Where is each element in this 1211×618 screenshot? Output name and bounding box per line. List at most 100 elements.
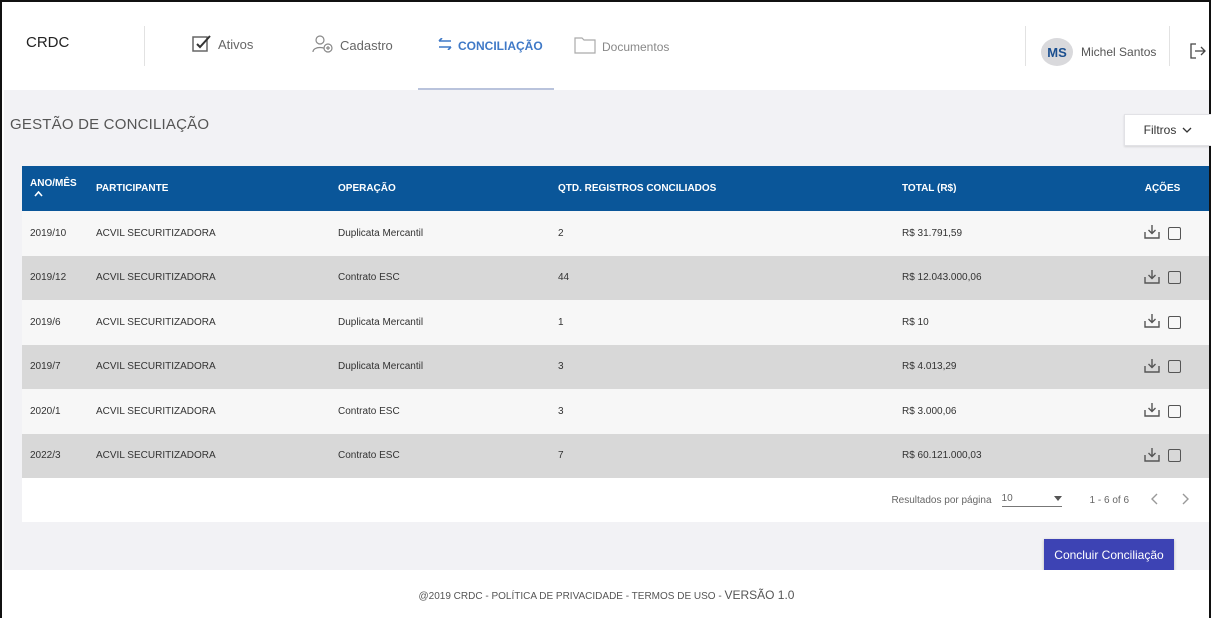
column-header-participante[interactable]: PARTICIPANTE bbox=[88, 166, 330, 211]
nav-cadastro-label: Cadastro bbox=[340, 38, 393, 53]
row-checkbox[interactable] bbox=[1168, 226, 1181, 240]
page-range: 1 - 6 of 6 bbox=[1089, 494, 1129, 506]
download-icon[interactable] bbox=[1144, 269, 1160, 287]
reconcile-icon bbox=[438, 37, 452, 53]
header-divider bbox=[1025, 26, 1026, 66]
paginator: Resultados por página 10 1 - 6 of 6 bbox=[891, 478, 1189, 522]
table-row: 2020/1 ACVIL SECURITIZADORA Contrato ESC… bbox=[22, 389, 1209, 434]
download-icon[interactable] bbox=[1144, 402, 1160, 420]
cell-operacao: Duplicata Mercantil bbox=[338, 361, 424, 373]
page-title: GESTÃO DE CONCILIAÇÃO bbox=[10, 116, 210, 133]
user-name[interactable]: Michel Santos bbox=[1081, 45, 1156, 59]
edit-checkbox-icon bbox=[192, 34, 212, 55]
download-icon[interactable] bbox=[1144, 224, 1160, 242]
cell-acoes bbox=[1116, 300, 1209, 345]
top-header: CRDC Ativos Cadastro CONCILIAÇÃO Documen bbox=[4, 4, 1209, 90]
cell-operacao: Duplicata Mercantil bbox=[338, 316, 424, 328]
reconciliation-table: ANO/MÊS PARTICIPANTE OPERAÇÃO QTD. REGIS… bbox=[22, 166, 1209, 522]
column-header-qtd[interactable]: QTD. REGISTROS CONCILIADOS bbox=[550, 166, 894, 211]
cell-acoes bbox=[1116, 211, 1209, 256]
sort-asc-icon[interactable] bbox=[34, 189, 43, 200]
page-footer: @2019 CRDC - POLÍTICA DE PRIVACIDADE - T… bbox=[4, 570, 1209, 618]
cell-qtd: 1 bbox=[558, 316, 564, 328]
concluir-conciliacao-button[interactable]: Concluir Conciliação bbox=[1044, 539, 1174, 571]
cell-participante: ACVIL SECURITIZADORA bbox=[96, 316, 216, 328]
cell-qtd: 3 bbox=[558, 361, 564, 373]
nav-cadastro[interactable]: Cadastro bbox=[312, 34, 393, 57]
cell-total: R$ 12.043.000,06 bbox=[902, 272, 982, 284]
cell-operacao: Contrato ESC bbox=[338, 405, 400, 417]
cell-operacao: Contrato ESC bbox=[338, 450, 400, 462]
row-checkbox[interactable] bbox=[1168, 315, 1181, 329]
table-row: 2019/12 ACVIL SECURITIZADORA Contrato ES… bbox=[22, 255, 1209, 301]
per-page-label: Resultados por página bbox=[891, 494, 992, 506]
avatar[interactable]: MS bbox=[1041, 38, 1073, 66]
download-icon[interactable] bbox=[1144, 313, 1160, 331]
cell-total: R$ 31.791,59 bbox=[902, 227, 963, 239]
header-divider bbox=[144, 26, 145, 66]
cell-ano: 2022/3 bbox=[30, 450, 61, 462]
nav-conciliacao[interactable]: CONCILIAÇÃO bbox=[438, 37, 543, 53]
per-page-select[interactable]: 10 bbox=[1001, 493, 1062, 507]
download-icon[interactable] bbox=[1144, 447, 1160, 465]
prev-page-icon[interactable] bbox=[1151, 492, 1159, 508]
column-header-operacao[interactable]: OPERAÇÃO bbox=[330, 166, 550, 211]
cell-participante: ACVIL SECURITIZADORA bbox=[96, 227, 216, 239]
cell-acoes bbox=[1116, 345, 1209, 390]
brand-logo[interactable]: CRDC bbox=[26, 34, 69, 51]
cell-total: R$ 4.013,29 bbox=[902, 361, 957, 373]
row-checkbox[interactable] bbox=[1168, 271, 1181, 285]
nav-ativos-label: Ativos bbox=[218, 37, 254, 52]
cell-qtd: 7 bbox=[558, 450, 564, 462]
table-row: 2022/3 ACVIL SECURITIZADORA Contrato ESC… bbox=[22, 433, 1209, 478]
nav-ativos[interactable]: Ativos bbox=[192, 34, 253, 55]
cell-total: R$ 10 bbox=[902, 316, 929, 328]
nav-documentos-label: Documentos bbox=[602, 39, 670, 54]
table-row: 2019/7 ACVIL SECURITIZADORA Duplicata Me… bbox=[22, 344, 1209, 390]
footer-links[interactable]: @2019 CRDC - POLÍTICA DE PRIVACIDADE - T… bbox=[419, 591, 725, 602]
column-header-acoes: AÇÕES bbox=[1144, 183, 1181, 194]
logout-icon[interactable] bbox=[1190, 43, 1206, 64]
cell-operacao: Duplicata Mercantil bbox=[338, 227, 424, 239]
cell-ano: 2019/10 bbox=[30, 227, 67, 239]
cell-ano: 2019/7 bbox=[30, 361, 61, 373]
app-window: CRDC Ativos Cadastro CONCILIAÇÃO Documen bbox=[0, 0, 1211, 618]
column-header-total[interactable]: TOTAL (R$) bbox=[894, 166, 1116, 211]
header-divider bbox=[1169, 26, 1170, 66]
cell-acoes bbox=[1116, 256, 1209, 301]
download-icon[interactable] bbox=[1144, 358, 1160, 376]
per-page-value: 10 bbox=[1001, 493, 1013, 504]
next-page-icon[interactable] bbox=[1181, 492, 1189, 508]
table-footer: Resultados por página 10 1 - 6 of 6 bbox=[22, 478, 1209, 522]
filters-label: Filtros bbox=[1143, 123, 1177, 137]
main-content: GESTÃO DE CONCILIAÇÃO Filtros ANO/MÊS PA… bbox=[4, 90, 1211, 571]
table-row: 2019/6 ACVIL SECURITIZADORA Duplicata Me… bbox=[22, 300, 1209, 345]
filters-button[interactable]: Filtros bbox=[1124, 114, 1211, 146]
column-header-ano[interactable]: ANO/MÊS bbox=[22, 166, 88, 211]
cell-ano: 2020/1 bbox=[30, 405, 61, 417]
cell-participante: ACVIL SECURITIZADORA bbox=[96, 405, 216, 417]
users-add-icon bbox=[312, 34, 334, 57]
row-checkbox[interactable] bbox=[1168, 360, 1181, 374]
cell-acoes bbox=[1116, 389, 1209, 434]
chevron-down-icon bbox=[1182, 123, 1192, 137]
cell-ano: 2019/12 bbox=[30, 272, 67, 284]
caret-down-icon bbox=[1053, 493, 1062, 504]
nav-documentos[interactable]: Documentos bbox=[574, 36, 669, 57]
row-checkbox[interactable] bbox=[1168, 449, 1181, 463]
table-row: 2019/10 ACVIL SECURITIZADORA Duplicata M… bbox=[22, 211, 1209, 256]
cell-qtd: 2 bbox=[558, 227, 564, 239]
table-header-row: ANO/MÊS PARTICIPANTE OPERAÇÃO QTD. REGIS… bbox=[22, 166, 1209, 211]
cell-ano: 2019/6 bbox=[30, 316, 61, 328]
cell-total: R$ 3.000,06 bbox=[902, 405, 957, 417]
cell-qtd: 44 bbox=[558, 272, 570, 284]
cell-total: R$ 60.121.000,03 bbox=[902, 450, 982, 462]
cell-participante: ACVIL SECURITIZADORA bbox=[96, 361, 216, 373]
footer-version: VERSÃO 1.0 bbox=[724, 588, 795, 602]
folder-icon bbox=[574, 36, 596, 57]
cell-participante: ACVIL SECURITIZADORA bbox=[96, 272, 216, 284]
nav-conciliacao-label: CONCILIAÇÃO bbox=[458, 38, 543, 53]
column-header-ano-label: ANO/MÊS bbox=[30, 177, 77, 189]
footer-text: @2019 CRDC - POLÍTICA DE PRIVACIDADE - T… bbox=[4, 588, 1209, 602]
row-checkbox[interactable] bbox=[1168, 404, 1181, 418]
